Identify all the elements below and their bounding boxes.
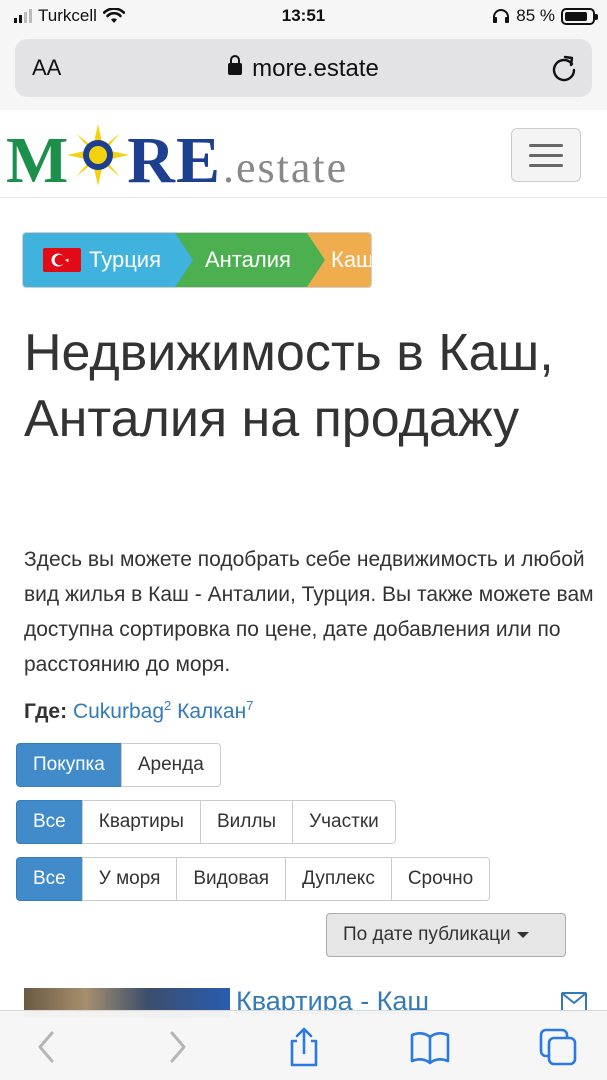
sort-label: По дате публикаци xyxy=(343,924,511,945)
breadcrumb: Турция Анталия Каш xyxy=(22,232,372,288)
type-plots-button[interactable]: Участки xyxy=(292,800,396,844)
mail-icon[interactable] xyxy=(561,992,587,1012)
site-header: M RE .estate xyxy=(0,112,607,198)
where-label: Где: xyxy=(24,700,68,723)
lock-icon xyxy=(228,55,243,75)
battery-icon xyxy=(561,7,598,25)
logo-suffix: .estate xyxy=(222,143,349,192)
sort-dropdown[interactable]: По дате публикаци xyxy=(326,913,566,957)
property-type-group: Все Квартиры Виллы Участки xyxy=(16,800,396,844)
address-bar[interactable]: AA more.estate xyxy=(15,39,592,97)
status-bar: Turkcell 13:51 85 % xyxy=(0,0,607,34)
reload-icon[interactable] xyxy=(550,53,578,83)
share-icon[interactable] xyxy=(284,1027,324,1067)
caret-down-icon xyxy=(516,932,529,938)
menu-toggle-button[interactable] xyxy=(511,128,581,182)
location-link-kalkan[interactable]: Калкан7 xyxy=(177,698,253,723)
breadcrumb-turkey[interactable]: Турция xyxy=(23,233,193,287)
forward-icon[interactable] xyxy=(156,1027,196,1067)
deal-rent-button[interactable]: Аренда xyxy=(120,743,221,787)
breadcrumb-label: Анталия xyxy=(205,247,291,272)
status-right: 85 % xyxy=(492,6,598,26)
breadcrumb-antalya[interactable]: Анталия xyxy=(175,233,325,287)
feature-urgent-button[interactable]: Срочно xyxy=(390,857,491,901)
type-villas-button[interactable]: Виллы xyxy=(199,800,294,844)
deal-type-group: Покупка Аренда xyxy=(16,743,221,787)
browser-address-area: AA more.estate xyxy=(0,34,607,110)
url-text: more.estate xyxy=(252,55,379,82)
page-description: Здесь вы можете подобрать себе недвижимо… xyxy=(24,548,594,676)
headphones-icon xyxy=(493,9,510,23)
back-icon[interactable] xyxy=(28,1027,68,1067)
deal-buy-button[interactable]: Покупка xyxy=(16,743,122,787)
feature-group: Все У моря Видовая Дуплекс Срочно xyxy=(16,857,491,901)
tabs-icon[interactable] xyxy=(538,1027,578,1067)
site-logo[interactable]: M RE .estate xyxy=(6,124,348,194)
bookmarks-icon[interactable] xyxy=(410,1027,450,1067)
turkey-flag-icon xyxy=(43,248,81,272)
feature-seaside-button[interactable]: У моря xyxy=(81,857,178,901)
type-apartments-button[interactable]: Квартиры xyxy=(81,800,201,844)
breadcrumb-label: Каш xyxy=(331,247,372,272)
feature-duplex-button[interactable]: Дуплекс xyxy=(285,857,392,901)
location-link-cukurbag[interactable]: Cukurbag2 xyxy=(73,698,171,723)
page-title: Недвижимость в Каш, Анталия на продажу xyxy=(24,324,554,448)
sun-logo-icon xyxy=(67,124,130,186)
feature-view-button[interactable]: Видовая xyxy=(176,857,287,901)
browser-toolbar xyxy=(0,1010,607,1080)
type-all-button[interactable]: Все xyxy=(16,800,83,844)
location-filter: Где: Cukurbag2 Калкан7 xyxy=(24,698,253,724)
url-display[interactable]: more.estate xyxy=(15,55,592,83)
battery-percent: 85 % xyxy=(516,6,555,25)
breadcrumb-label: Турция xyxy=(89,247,161,272)
feature-all-button[interactable]: Все xyxy=(16,857,83,901)
